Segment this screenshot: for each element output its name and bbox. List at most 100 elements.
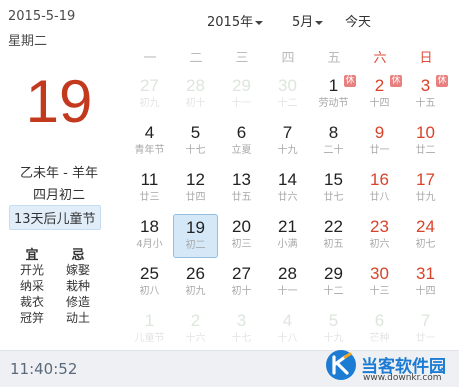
lunar-day-label: 廿九 bbox=[415, 192, 436, 203]
lunar-day-label: 十一 bbox=[231, 98, 252, 109]
year-dropdown-label: 2015年 bbox=[207, 15, 254, 30]
day-number: 15 bbox=[324, 170, 343, 189]
lunar-day-label: 初五 bbox=[323, 239, 344, 250]
day-number: 27 bbox=[140, 76, 159, 95]
lunar-day-label: 十八 bbox=[277, 333, 298, 344]
calendar-day-cell[interactable]: 4 青年节 bbox=[127, 120, 172, 164]
calendar-day-cell[interactable]: 7 廿一 bbox=[403, 308, 448, 352]
calendar-day-cell[interactable]: 14 廿六 bbox=[265, 167, 310, 211]
lunar-day-label: 初十 bbox=[185, 98, 206, 109]
lunar-day-label: 十九 bbox=[323, 333, 344, 344]
day-number: 5 bbox=[328, 311, 339, 330]
lunar-day-label: 十四 bbox=[369, 98, 390, 109]
weekday-header-fri: 五 bbox=[327, 51, 341, 66]
lunar-day-label: 初二 bbox=[185, 240, 206, 251]
calendar-day-cell[interactable]: 30 十二 bbox=[265, 73, 310, 117]
day-number: 14 bbox=[278, 170, 297, 189]
day-number: 17 bbox=[416, 170, 435, 189]
day-number: 21 bbox=[278, 217, 297, 236]
calendar-day-cell[interactable]: 3 十七 bbox=[219, 308, 264, 352]
current-weekday: 星期二 bbox=[8, 34, 48, 49]
lunar-day-label: 小满 bbox=[277, 239, 298, 250]
calendar-day-cell[interactable]: 31 十四 bbox=[403, 261, 448, 305]
calendar-day-cell[interactable]: 30 十三 bbox=[357, 261, 402, 305]
current-date: 2015-5-19 bbox=[8, 9, 76, 24]
calendar-day-cell[interactable]: 16 廿八 bbox=[357, 167, 402, 211]
day-number: 16 bbox=[370, 170, 389, 189]
day-number: 10 bbox=[416, 123, 435, 142]
day-number: 28 bbox=[186, 76, 205, 95]
calendar-day-cell[interactable]: 22 初五 bbox=[311, 214, 356, 258]
lunar-day-label: 廿三 bbox=[139, 192, 160, 203]
yi-item: 纳采 bbox=[19, 279, 44, 293]
calendar-day-cell[interactable]: 29 十二 bbox=[311, 261, 356, 305]
calendar-day-cell[interactable]: 28 十一 bbox=[265, 261, 310, 305]
yi-item: 开光 bbox=[19, 263, 44, 277]
calendar-day-cell[interactable]: 25 初八 bbox=[127, 261, 172, 305]
lunar-day-label: 廿一 bbox=[415, 333, 436, 344]
calendar-day-cell[interactable]: 15 廿七 bbox=[311, 167, 356, 211]
yi-column: 宜 开光 纳采 裁衣 冠笄 bbox=[14, 244, 50, 326]
calendar-day-cell[interactable]: 24 初七 bbox=[403, 214, 448, 258]
lunar-day-label: 十三 bbox=[369, 286, 390, 297]
calendar-day-cell[interactable]: 5 十九 bbox=[311, 308, 356, 352]
calendar-day-cell[interactable]: 26 初九 bbox=[173, 261, 218, 305]
calendar-day-cell[interactable]: 11 廿三 bbox=[127, 167, 172, 211]
calendar-day-cell[interactable]: 5 十七 bbox=[173, 120, 218, 164]
ji-item: 嫁娶 bbox=[65, 263, 90, 277]
calendar-day-cell[interactable]: 12 廿四 bbox=[173, 167, 218, 211]
day-number: 9 bbox=[374, 123, 385, 142]
calendar-day-cell[interactable]: 23 初六 bbox=[357, 214, 402, 258]
yi-title: 宜 bbox=[25, 248, 39, 263]
date-info-panel: 2015-5-19 星期二 19 乙未年 - 羊年 四月初二 13天后儿童节 宜… bbox=[0, 0, 112, 350]
day-number: 3 bbox=[236, 311, 247, 330]
calendar-day-cell[interactable]: 4 十八 bbox=[265, 308, 310, 352]
yi-item: 冠笄 bbox=[19, 311, 44, 325]
chevron-down-icon bbox=[255, 20, 264, 25]
lunar-day-label: 十一 bbox=[277, 286, 298, 297]
yi-item: 裁衣 bbox=[19, 295, 44, 309]
month-dropdown[interactable]: 5月 bbox=[292, 11, 324, 30]
day-number: 24 bbox=[416, 217, 435, 236]
calendar-day-cell[interactable]: 1 儿童节 bbox=[127, 308, 172, 352]
day-number: 18 bbox=[140, 217, 159, 236]
day-number: 12 bbox=[186, 170, 205, 189]
calendar-day-cell[interactable]: 10 廿二 bbox=[403, 120, 448, 164]
calendar-day-cell[interactable]: 1 劳动节休 bbox=[311, 73, 356, 117]
calendar-day-cell[interactable]: 8 二十 bbox=[311, 120, 356, 164]
day-number: 1 bbox=[144, 311, 155, 330]
calendar-day-cell[interactable]: 18 4月小 bbox=[127, 214, 172, 258]
clock-time: 11:40:52 bbox=[10, 360, 78, 378]
lunar-day-label: 廿二 bbox=[415, 145, 436, 156]
calendar-day-cell[interactable]: 2 十四休 bbox=[357, 73, 402, 117]
calendar-day-cell[interactable]: 13 廿五 bbox=[219, 167, 264, 211]
calendar-day-cell[interactable]: 17 廿九 bbox=[403, 167, 448, 211]
calendar-day-cell[interactable]: 7 十九 bbox=[265, 120, 310, 164]
lunar-day-label: 廿五 bbox=[231, 192, 252, 203]
calendar-day-cell[interactable]: 21 小满 bbox=[265, 214, 310, 258]
calendar-day-cell[interactable]: 9 廿一 bbox=[357, 120, 402, 164]
calendar-day-cell[interactable]: 6 芒种 bbox=[357, 308, 402, 352]
holiday-rest-badge: 休 bbox=[436, 75, 448, 87]
day-number: 26 bbox=[186, 264, 205, 283]
lunar-day-label: 青年节 bbox=[134, 145, 165, 156]
calendar-day-cell[interactable]: 19 初二 bbox=[173, 214, 218, 258]
lunar-day-label: 初七 bbox=[415, 239, 436, 250]
weekday-header-sat: 六 bbox=[373, 51, 387, 66]
today-button[interactable]: 今天 bbox=[345, 11, 371, 30]
month-dropdown-label: 5月 bbox=[292, 15, 314, 30]
calendar-day-cell[interactable]: 6 立夏 bbox=[219, 120, 264, 164]
day-number: 4 bbox=[144, 123, 155, 142]
lunar-day-label: 初十 bbox=[231, 286, 252, 297]
weekday-header-sun: 日 bbox=[419, 51, 433, 66]
calendar-day-cell[interactable]: 28 初十 bbox=[173, 73, 218, 117]
calendar-day-cell[interactable]: 29 十一 bbox=[219, 73, 264, 117]
year-dropdown[interactable]: 2015年 bbox=[207, 11, 264, 30]
calendar-day-cell[interactable]: 27 初九 bbox=[127, 73, 172, 117]
calendar-day-cell[interactable]: 20 初三 bbox=[219, 214, 264, 258]
calendar-day-cell[interactable]: 27 初十 bbox=[219, 261, 264, 305]
lunar-day-label: 儿童节 bbox=[134, 333, 165, 344]
day-number: 13 bbox=[232, 170, 251, 189]
calendar-day-cell[interactable]: 3 十五休 bbox=[403, 73, 448, 117]
calendar-day-cell[interactable]: 2 十六 bbox=[173, 308, 218, 352]
